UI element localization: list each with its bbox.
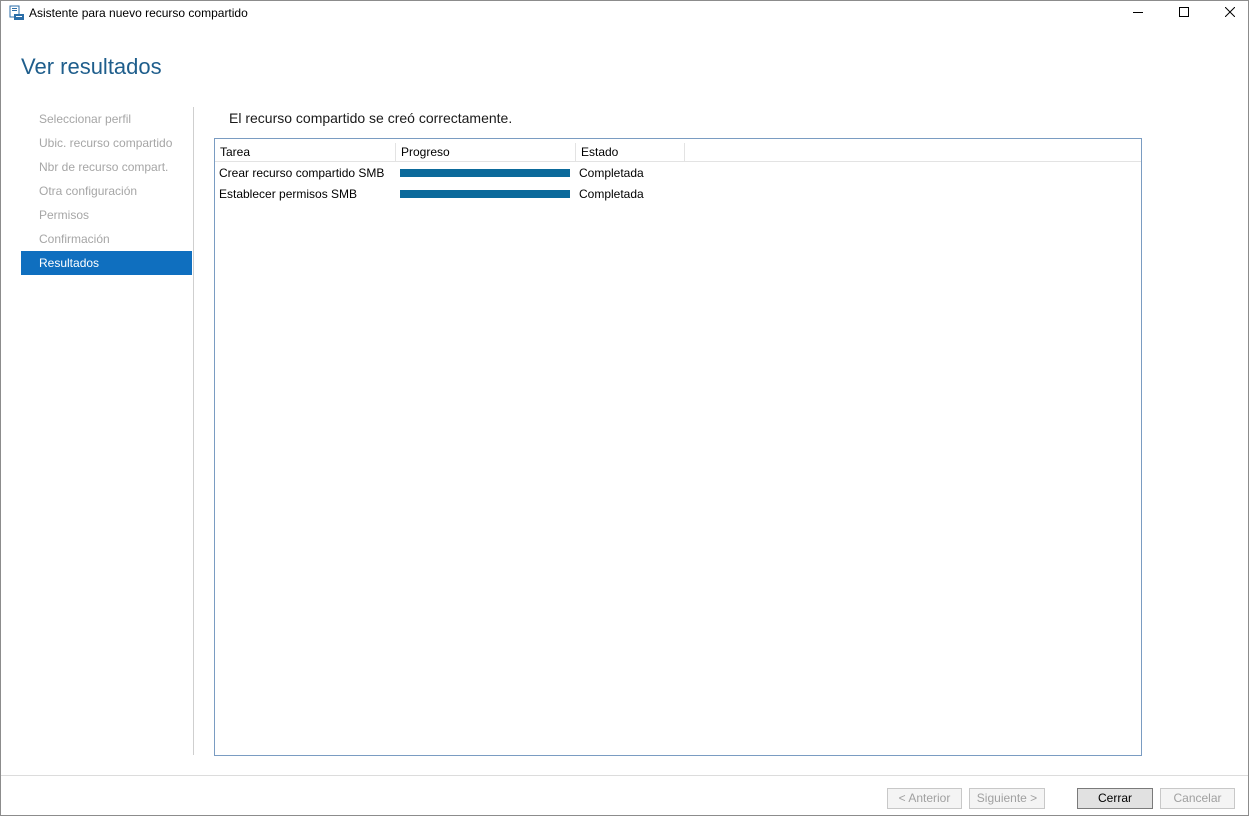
next-button[interactable]: Siguiente > [969, 788, 1045, 809]
sidebar-item-nombre: Nbr de recurso compart. [39, 160, 169, 174]
results-table[interactable]: Tarea Progreso Estado Crear recurso comp… [214, 138, 1142, 756]
progress-bar-fill [400, 169, 570, 177]
maximize-button[interactable] [1161, 1, 1207, 25]
progress-bar [400, 190, 570, 198]
status-cell: Completada [579, 166, 644, 180]
close-icon [1224, 4, 1236, 22]
progress-bar [400, 169, 570, 177]
minimize-icon [1133, 4, 1143, 22]
table-row[interactable]: Establecer permisos SMB Completada [215, 184, 1141, 205]
status-cell: Completada [579, 187, 644, 201]
maximize-icon [1179, 4, 1189, 22]
wizard-window: Asistente para nuevo recurso compartido … [0, 0, 1249, 816]
column-header-status[interactable]: Estado [576, 143, 685, 161]
page-title: Ver resultados [21, 54, 162, 79]
column-header-task[interactable]: Tarea [215, 143, 396, 161]
share-wizard-icon [9, 5, 25, 21]
footer-divider [1, 775, 1248, 776]
sidebar-item-resultados[interactable]: Resultados [21, 251, 192, 275]
minimize-button[interactable] [1115, 1, 1161, 25]
table-row[interactable]: Crear recurso compartido SMB Completada [215, 163, 1141, 184]
column-header-progress[interactable]: Progreso [396, 143, 576, 161]
wizard-steps-nav: Seleccionar perfil Ubic. recurso compart… [21, 107, 192, 275]
close-button[interactable]: Cerrar [1077, 788, 1153, 809]
progress-bar-fill [400, 190, 570, 198]
task-cell: Crear recurso compartido SMB [219, 166, 385, 180]
sidebar-item-seleccionar-perfil: Seleccionar perfil [39, 112, 132, 126]
title-bar[interactable]: Asistente para nuevo recurso compartido [1, 1, 1248, 25]
sidebar-item-otra-configuracion: Otra configuración [39, 184, 138, 198]
task-cell: Establecer permisos SMB [219, 187, 358, 201]
sidebar-item-ubicacion: Ubic. recurso compartido [39, 136, 173, 150]
cancel-button[interactable]: Cancelar [1160, 788, 1235, 809]
sidebar-divider [193, 107, 194, 755]
sidebar-item-confirmacion: Confirmación [39, 232, 110, 246]
result-message: El recurso compartido se creó correctame… [229, 110, 513, 126]
close-window-button[interactable] [1207, 1, 1248, 25]
window-title: Asistente para nuevo recurso compartido [29, 6, 248, 20]
table-header: Tarea Progreso Estado [215, 143, 1141, 162]
sidebar-item-permisos: Permisos [39, 208, 90, 222]
previous-button[interactable]: < Anterior [887, 788, 962, 809]
